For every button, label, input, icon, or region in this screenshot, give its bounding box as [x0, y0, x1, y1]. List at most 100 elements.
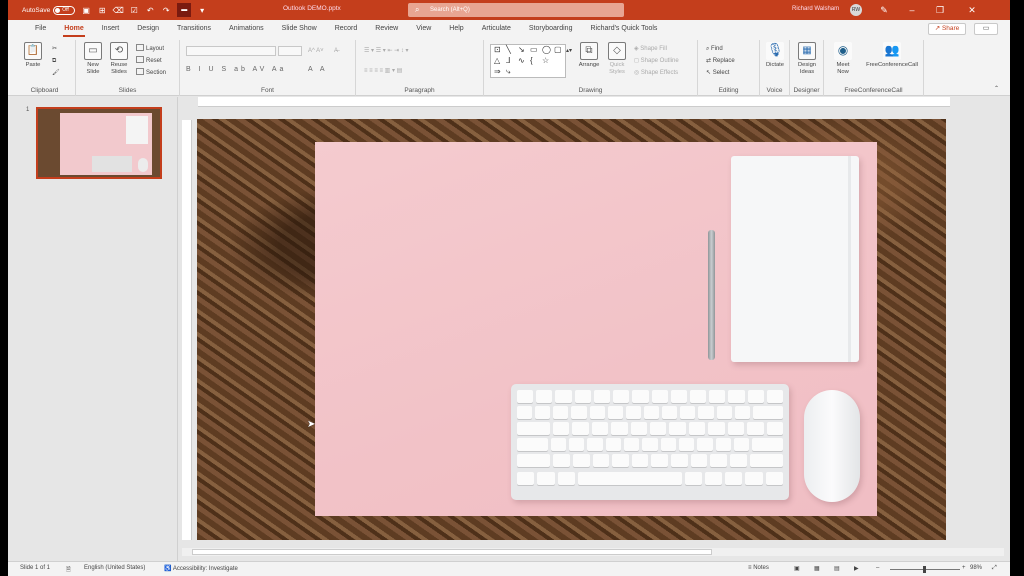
notes-button[interactable]: ≡ Notes [748, 565, 769, 571]
scrollbar-thumb[interactable] [192, 549, 712, 555]
elbow-shape-icon[interactable]: ⅃ [506, 56, 510, 65]
triangle-shape-icon[interactable]: △ [494, 56, 500, 65]
tab-design[interactable]: Design [128, 20, 168, 38]
tab-slide-show[interactable]: Slide Show [273, 20, 326, 38]
clear-format-icon[interactable]: A̶ [334, 46, 338, 56]
freeconferencecall-button[interactable]: 👥 FreeConferenceCall [860, 42, 924, 69]
share-button[interactable]: ↗ Share [928, 23, 966, 35]
minimize-button[interactable]: – [898, 0, 926, 20]
font-size-dropdown[interactable] [278, 46, 302, 56]
comments-button[interactable]: ▭ [974, 23, 998, 35]
tab-articulate[interactable]: Articulate [473, 20, 520, 38]
star-shape-icon[interactable]: ☆ [542, 56, 549, 65]
bullets-icon[interactable]: ☰ ▾ ☰ ▾ ⇤ ⇥ ↕ ▾ [364, 46, 409, 56]
autosave-toggle[interactable]: AutoSave Off [22, 5, 76, 15]
spelling-icon[interactable]: 🗎 [66, 565, 71, 575]
save-icon[interactable]: ▣ [81, 5, 91, 15]
increase-font-icon[interactable]: A^ A˅ [308, 46, 324, 56]
find-button[interactable]: ⌕ Find [706, 44, 723, 54]
slideshow-icon[interactable]: ▶ [854, 565, 859, 572]
font-color-row[interactable]: A A [308, 66, 328, 73]
close-button[interactable]: ✕ [958, 0, 986, 20]
reset-button[interactable]: Reset [136, 56, 162, 66]
slide-canvas[interactable]: ➤ [194, 108, 1004, 548]
zoom-in-button[interactable]: + [962, 565, 966, 571]
user-name[interactable]: Richard Walsham [792, 6, 839, 12]
format-painter-icon[interactable]: 🖌 [52, 68, 60, 78]
reading-view-icon[interactable]: ▤ [834, 565, 840, 572]
zoom-slider-thumb[interactable] [923, 566, 926, 573]
align-icons[interactable]: ≡ ≡ ≡ ≡ ▥ ▾ ▤ [364, 66, 402, 76]
shape-effects-button[interactable]: ◎ Shape Effects [634, 68, 678, 78]
redo-icon[interactable]: ↷ [161, 5, 171, 15]
quick-styles-button[interactable]: ◇ Quick Styles [604, 42, 630, 76]
paste-button[interactable]: 📋 Paste [20, 42, 46, 69]
font-format-row[interactable]: B I U S ab AV Aa [186, 66, 286, 73]
record-icon[interactable]: ▬ [177, 3, 192, 17]
checklist-icon[interactable]: ☑ [129, 5, 139, 15]
slide-sorter-icon[interactable]: ▦ [814, 565, 820, 572]
tab-help[interactable]: Help [440, 20, 472, 38]
reuse-slides-button[interactable]: ⟲ Reuse Slides [106, 42, 132, 76]
textbox-shape-icon[interactable]: ⊡ [494, 45, 501, 54]
meet-now-button[interactable]: ◉ Meet Now [830, 42, 856, 76]
layout-button[interactable]: Layout [136, 44, 164, 54]
shape-fill-button[interactable]: ◈ Shape Fill [634, 44, 667, 54]
curve-shape-icon[interactable]: ∿ [518, 56, 525, 65]
accessibility-status[interactable]: ♿ Accessibility: Investigate [164, 565, 238, 572]
new-slide-button[interactable]: ▭ New Slide [80, 42, 106, 76]
shape-outline-label: Shape Outline [640, 58, 679, 64]
copy-icon[interactable]: ⧉ [52, 56, 56, 66]
undo-icon[interactable]: ↶ [145, 5, 155, 15]
oval-shape-icon[interactable]: ◯ [542, 45, 551, 54]
language-status[interactable]: English (United States) [84, 565, 145, 571]
avatar[interactable]: RW [850, 4, 862, 16]
shape-outline-button[interactable]: ◻ Shape Outline [634, 56, 679, 66]
fit-to-window-icon[interactable]: ⤢ [992, 565, 997, 572]
horizontal-scrollbar[interactable] [182, 548, 1004, 556]
tab-animations[interactable]: Animations [220, 20, 273, 38]
brace-shape-icon[interactable]: { [530, 56, 533, 65]
select-button[interactable]: ↖ Select [706, 68, 729, 78]
format-painter-icon[interactable]: ⌫ [113, 5, 124, 15]
restore-button[interactable]: ❐ [926, 0, 954, 20]
dictate-button[interactable]: 🎙 Dictate [762, 42, 788, 69]
pen-icon[interactable]: ✎ [870, 0, 898, 20]
shapes-gallery[interactable]: ⊡ ╲ ↘ ▭ ◯ ▢ △ ⅃ ∿ { ☆ ⇒ ⤷ [490, 44, 566, 78]
slide[interactable]: ➤ [197, 119, 946, 540]
cut-icon[interactable]: ✂ [52, 44, 57, 54]
replace-button[interactable]: ⇄ Replace [706, 56, 735, 66]
rectangle-shape-icon[interactable]: ▭ [530, 45, 538, 54]
tab-file[interactable]: File [26, 20, 55, 38]
autosave-switch[interactable]: Off [53, 5, 76, 15]
normal-view-icon[interactable]: ▣ [794, 565, 800, 572]
tab-record[interactable]: Record [326, 20, 367, 38]
shapes-scroll-icon[interactable]: ▴▾ [566, 46, 572, 56]
tab-home[interactable]: Home [55, 20, 92, 38]
tab-quick-tools[interactable]: Richard's Quick Tools [581, 20, 666, 38]
tab-insert[interactable]: Insert [93, 20, 129, 38]
arrange-button[interactable]: ⧉ Arrange [576, 42, 602, 69]
collapse-ribbon-icon[interactable]: ⌃ [994, 84, 999, 94]
tab-view[interactable]: View [407, 20, 440, 38]
font-name-dropdown[interactable] [186, 46, 276, 56]
search-box[interactable]: ⌕ Search (Alt+Q) [408, 3, 624, 17]
tab-storyboarding[interactable]: Storyboarding [520, 20, 582, 38]
tab-review[interactable]: Review [366, 20, 407, 38]
present-icon[interactable]: ⊞ [97, 5, 107, 15]
zoom-level[interactable]: 98% [970, 565, 982, 571]
arrow-shape-icon[interactable]: ↘ [518, 45, 525, 54]
vertical-scrollbar[interactable] [952, 97, 962, 547]
section-button[interactable]: Section [136, 68, 166, 78]
design-ideas-button[interactable]: ▦ Design Ideas [794, 42, 820, 76]
arrow-right-shape-icon[interactable]: ⇒ [494, 67, 501, 76]
rounded-rect-shape-icon[interactable]: ▢ [554, 45, 562, 54]
slide-thumbnail[interactable] [36, 107, 162, 179]
connector-shape-icon[interactable]: ⤷ [506, 67, 510, 77]
slide-picture[interactable] [315, 142, 877, 516]
tab-transitions[interactable]: Transitions [168, 20, 220, 38]
line-shape-icon[interactable]: ╲ [506, 45, 511, 54]
customize-quick-access-icon[interactable]: ▾ [197, 5, 207, 15]
freeconferencecall-group: ◉ Meet Now 👥 FreeConferenceCall FreeConf… [824, 40, 924, 96]
zoom-out-button[interactable]: – [876, 565, 879, 571]
